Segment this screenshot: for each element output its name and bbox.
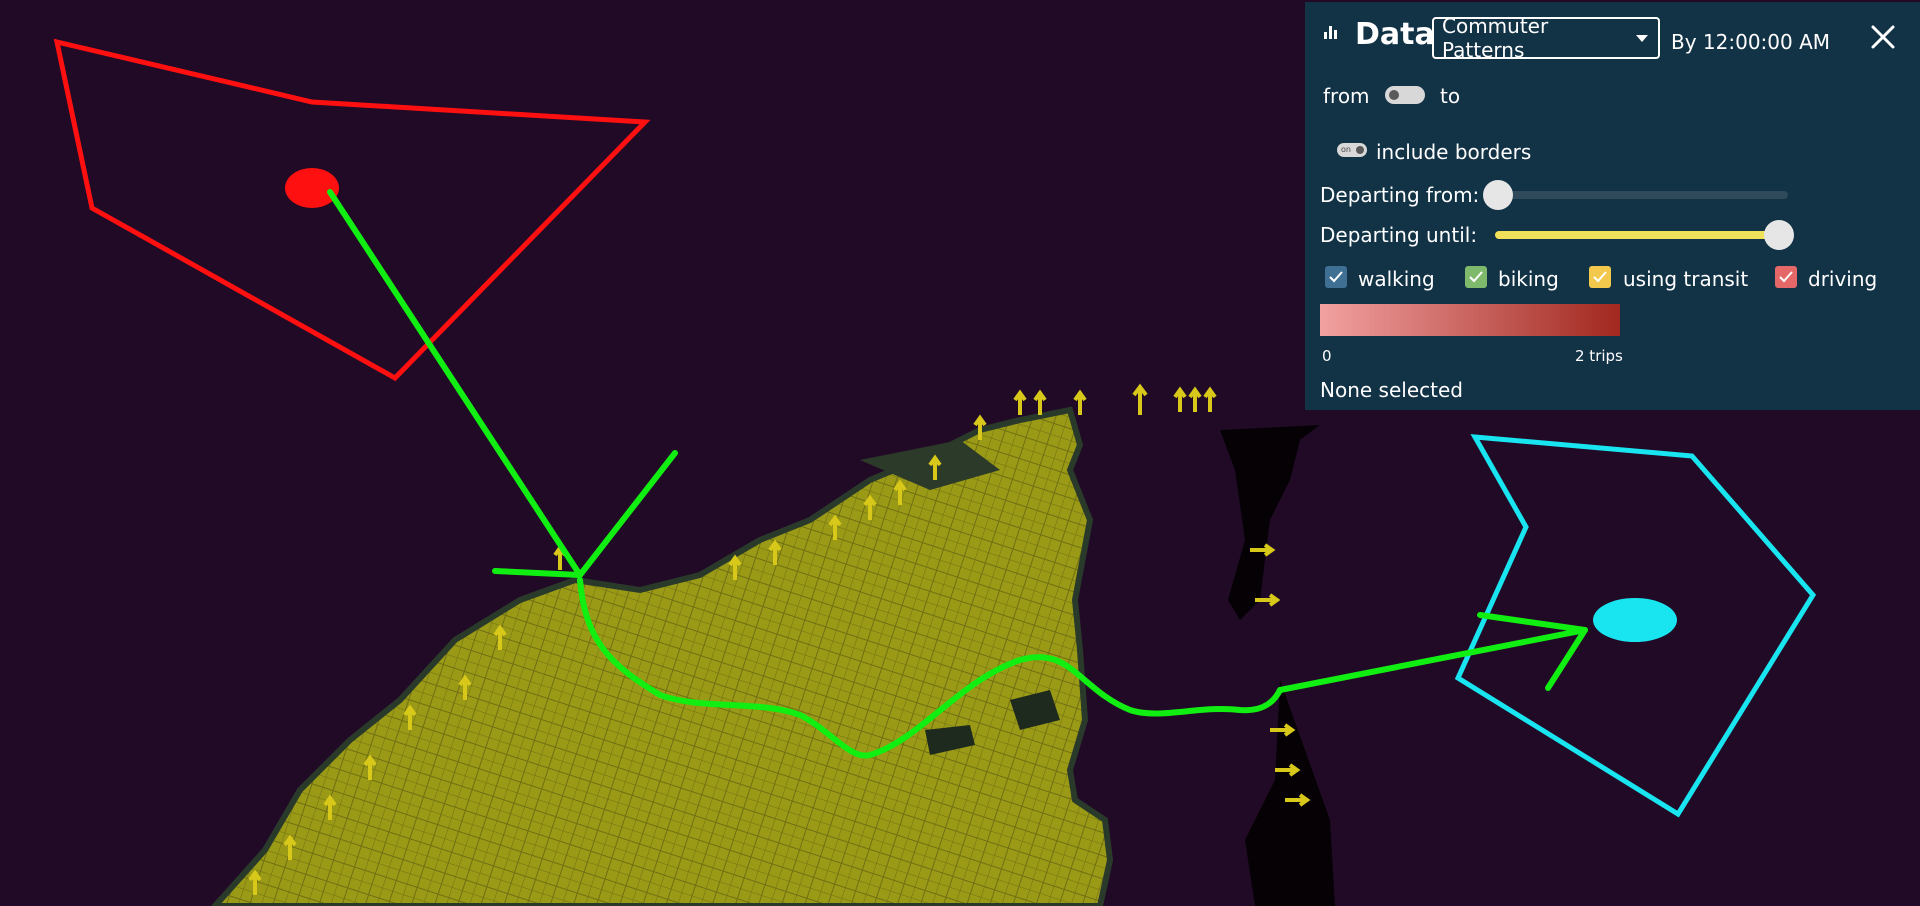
selection-status: None selected (1320, 378, 1463, 402)
driving-checkbox[interactable] (1775, 266, 1797, 288)
dataset-select-value: Commuter Patterns (1442, 14, 1549, 62)
origin-zone-annotation (53, 38, 651, 382)
driving-label: driving (1808, 267, 1878, 291)
land-area (210, 406, 1335, 906)
biking-label: biking (1498, 267, 1559, 291)
check-icon (1329, 271, 1343, 283)
destination-zone-annotation (1454, 434, 1817, 818)
include-borders-toggle-knob (1356, 146, 1364, 154)
direction-toggle-knob (1389, 90, 1399, 100)
direction-toggle[interactable] (1385, 86, 1425, 104)
dataset-select[interactable]: Commuter Patterns (1432, 14, 1660, 62)
departing-until-thumb[interactable] (1764, 220, 1794, 250)
departing-from-track[interactable] (1498, 191, 1788, 199)
legend-min-label: 0 (1322, 347, 1332, 365)
check-icon (1593, 271, 1607, 283)
legend-max-label: 2 trips (1575, 347, 1623, 365)
biking-checkbox[interactable] (1465, 266, 1487, 288)
departing-from-label: Departing from: (1320, 183, 1480, 207)
time-label: By 12:00:00 AM (1671, 30, 1831, 54)
panel-title: Data (1355, 17, 1435, 52)
chevron-down-icon (1636, 34, 1648, 42)
trip-count-legend-bar (1320, 304, 1620, 336)
include-borders-toggle-text: on (1341, 145, 1351, 154)
using-transit-label: using transit (1623, 267, 1749, 291)
check-icon (1469, 271, 1483, 283)
include-borders-toggle[interactable]: on (1337, 143, 1367, 157)
departing-from-thumb[interactable] (1483, 180, 1513, 210)
using-transit-checkbox[interactable] (1589, 266, 1611, 288)
walking-label: walking (1358, 267, 1435, 291)
departing-until-track[interactable] (1495, 231, 1777, 239)
check-icon (1779, 271, 1793, 283)
include-borders-label: include borders (1376, 140, 1532, 164)
close-icon[interactable] (1870, 24, 1896, 50)
departing-until-label: Departing until: (1320, 223, 1478, 247)
destination-marker (1593, 598, 1677, 642)
bar-chart-icon (1324, 26, 1337, 39)
data-panel: Data Commuter Patterns By 12:00:00 AM fr… (1305, 2, 1920, 410)
origin-marker (285, 168, 339, 208)
to-label: to (1440, 84, 1461, 108)
walking-checkbox[interactable] (1325, 266, 1347, 288)
from-label: from (1323, 84, 1370, 108)
